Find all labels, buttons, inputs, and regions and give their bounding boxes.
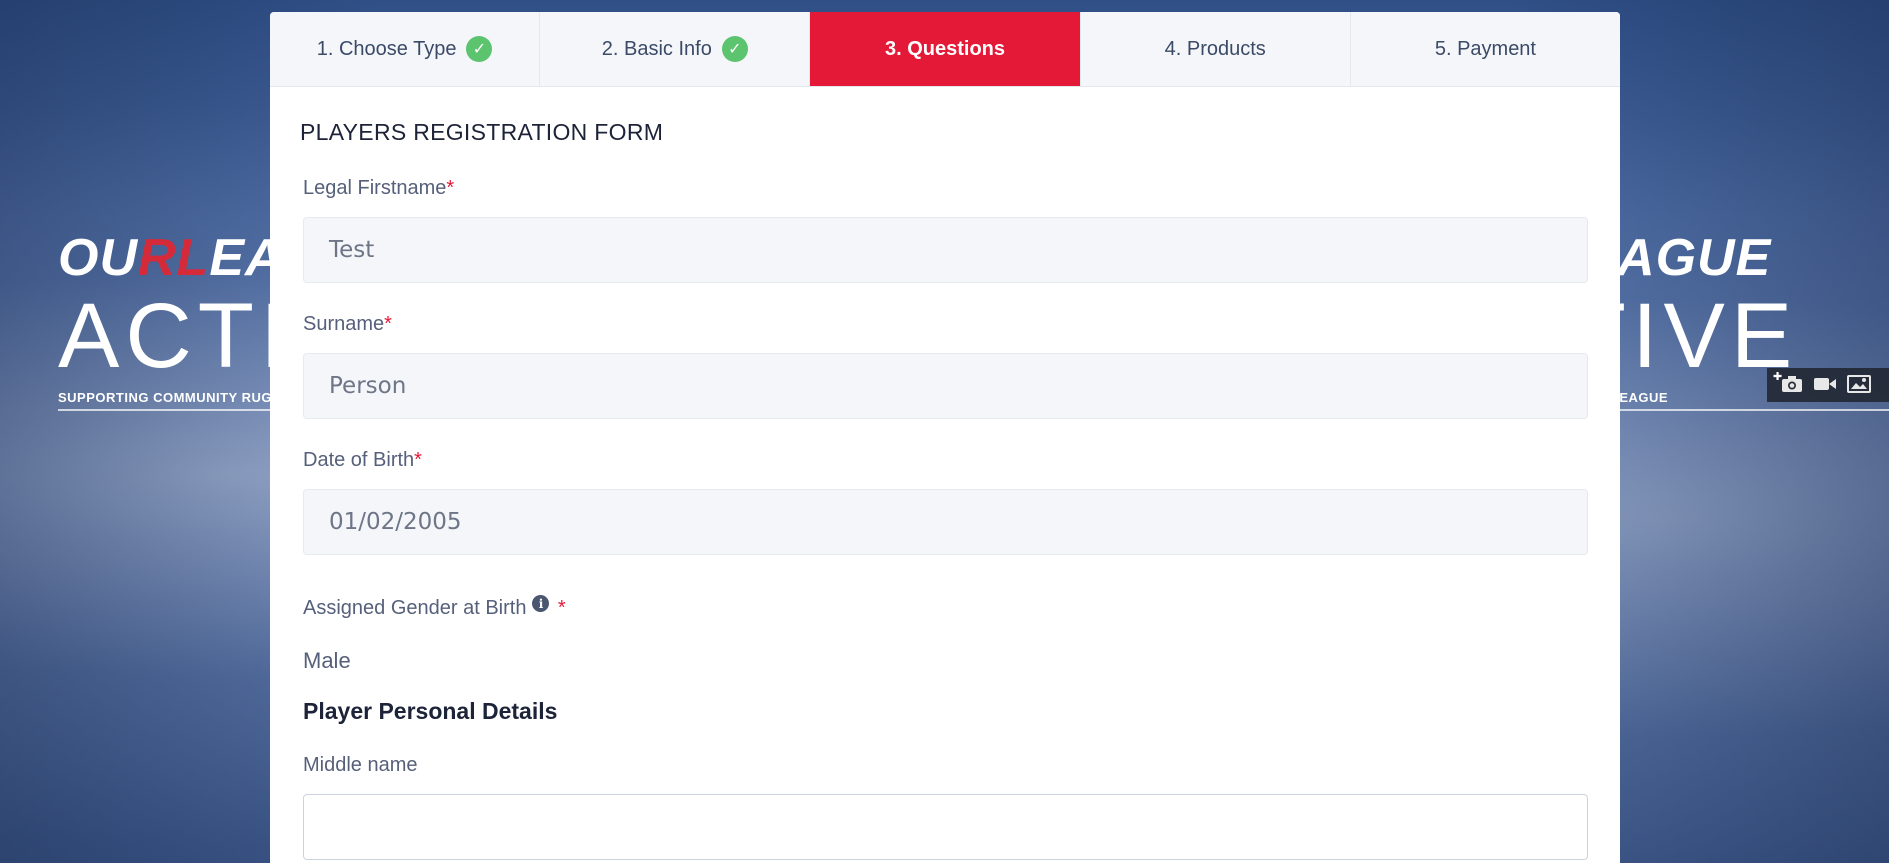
legal-firstname-label: Legal Firstname* — [303, 177, 455, 199]
step-choose-type[interactable]: 1. Choose Type ✓ — [270, 12, 541, 86]
gender-label: Assigned Gender at Birth i * — [303, 595, 566, 619]
step-questions[interactable]: 3. Questions — [810, 12, 1081, 86]
middle-name-input[interactable] — [303, 793, 1588, 860]
registration-card: 1. Choose Type ✓ 2. Basic Info ✓ 3. Ques… — [270, 12, 1620, 863]
surname-label: Surname* — [303, 313, 392, 335]
video-icon[interactable] — [1813, 376, 1837, 395]
dob-label: Date of Birth* — [303, 449, 422, 471]
legal-firstname-input[interactable]: Test — [303, 217, 1588, 283]
check-icon: ✓ — [721, 36, 748, 62]
info-icon[interactable]: i — [532, 595, 550, 612]
check-icon: ✓ — [466, 36, 493, 62]
step-basic-info[interactable]: 2. Basic Info ✓ — [540, 12, 811, 86]
step-products[interactable]: 4. Products — [1080, 12, 1351, 86]
image-icon[interactable] — [1847, 374, 1871, 396]
camera-icon[interactable] — [1781, 375, 1803, 396]
surname-input[interactable]: Person — [303, 353, 1588, 419]
step-tabs: 1. Choose Type ✓ 2. Basic Info ✓ 3. Ques… — [270, 12, 1620, 87]
form-title: PLAYERS REGISTRATION FORM — [300, 119, 664, 145]
add-icon[interactable]: ✚ — [1773, 370, 1782, 383]
media-toolbar: ✚ — [1767, 368, 1889, 402]
gender-value: Male — [303, 647, 351, 673]
dob-input[interactable]: 01/02/2005 — [303, 489, 1588, 555]
registration-form: PLAYERS REGISTRATION FORM Legal Firstnam… — [270, 119, 1620, 860]
section-player-personal-details: Player Personal Details — [303, 697, 558, 724]
step-payment[interactable]: 5. Payment — [1350, 12, 1620, 86]
middle-name-label: Middle name — [303, 753, 418, 776]
